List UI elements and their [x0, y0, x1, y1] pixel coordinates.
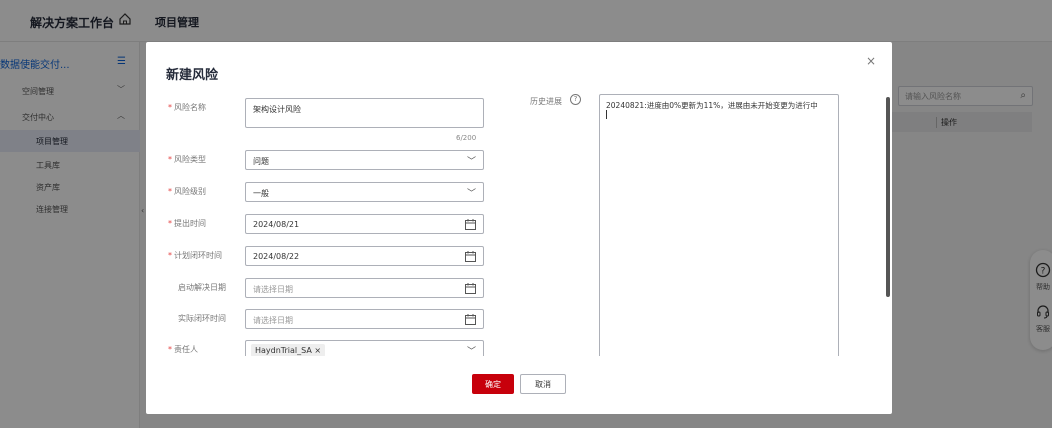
chevron-down-icon: ﹀ [466, 347, 476, 356]
chevron-down-icon: ﹀ [466, 189, 476, 199]
owner-select[interactable]: HaydnTrial_SA × ﹀ [245, 340, 484, 356]
field-label: * 风险类型 [168, 155, 206, 164]
dialog-footer: 确定 取消 [146, 364, 892, 404]
calendar-icon[interactable] [465, 251, 476, 262]
text-caret [606, 110, 607, 119]
field-label: 实际闭环时间 [178, 314, 226, 323]
close-icon[interactable]: × [866, 54, 876, 68]
tag-remove-icon[interactable]: × [314, 346, 321, 355]
dialog-title: 新建风险 [166, 68, 219, 83]
char-counter: 6/200 [456, 134, 477, 142]
field-label: * 责任人 [168, 345, 198, 354]
actual-close-date-picker[interactable]: 请选择日期 [245, 309, 484, 329]
dialog-body: * 风险名称 架构设计风险 6/200 * 风险类型 问题 ﹀ * 风险级别 一般 ﹀… [146, 92, 892, 356]
field-label: * 计划闭环时间 [168, 251, 222, 260]
chevron-down-icon: ﹀ [466, 157, 476, 167]
history-label: 历史进展 [530, 97, 562, 106]
field-label: 启动解决日期 [178, 283, 226, 292]
owner-tag[interactable]: HaydnTrial_SA × [251, 344, 326, 356]
field-label: * 风险级别 [168, 187, 206, 196]
help-icon[interactable]: ? [570, 94, 581, 105]
risk-name-input[interactable]: 架构设计风险 [245, 98, 484, 128]
risk-level-select[interactable]: 一般 ﹀ [245, 182, 484, 202]
planned-close-date-picker[interactable]: 2024/08/22 [245, 246, 484, 266]
history-textarea[interactable]: 20240821:进度由0%更新为11%，进展由未开始变更为进行中 [599, 94, 839, 356]
start-resolve-date-picker[interactable]: 请选择日期 [245, 278, 484, 298]
raised-date-picker[interactable]: 2024/08/21 [245, 214, 484, 234]
confirm-button[interactable]: 确定 [472, 374, 514, 394]
field-label: * 风险名称 [168, 103, 206, 112]
calendar-icon[interactable] [465, 219, 476, 230]
field-label: * 提出时间 [168, 219, 206, 228]
risk-type-select[interactable]: 问题 ﹀ [245, 150, 484, 170]
new-risk-dialog: 新建风险 × * 风险名称 架构设计风险 6/200 * 风险类型 问题 ﹀ * 风险… [146, 42, 892, 414]
calendar-icon[interactable] [465, 314, 476, 325]
calendar-icon[interactable] [465, 283, 476, 294]
cancel-button[interactable]: 取消 [520, 374, 566, 394]
dialog-scrollbar[interactable] [886, 97, 890, 297]
